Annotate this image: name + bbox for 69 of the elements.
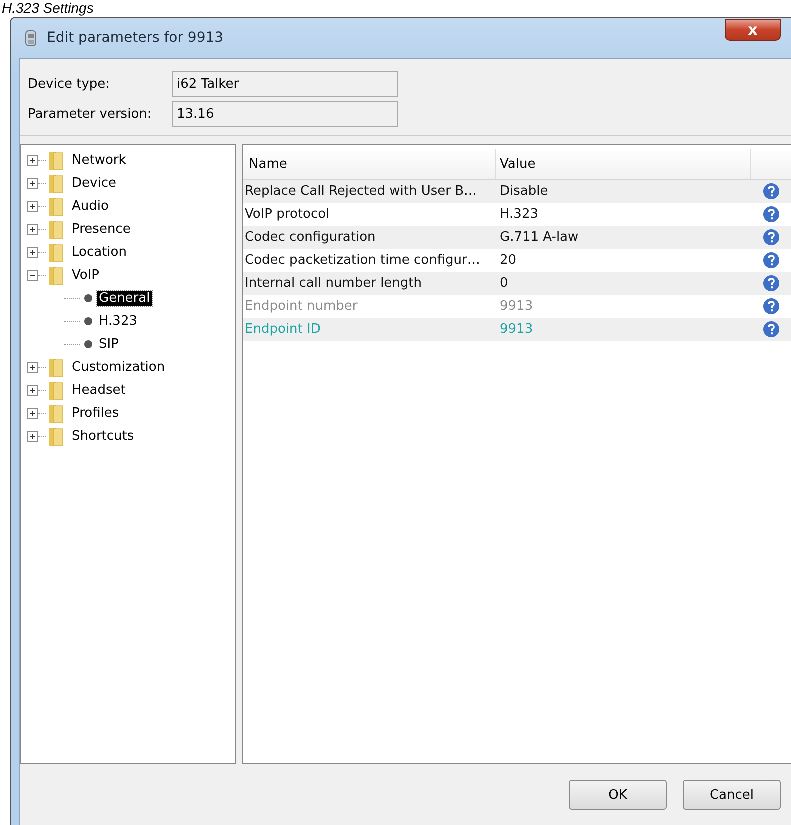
- tree-item[interactable]: Headset: [70, 383, 128, 398]
- table-cell-text: Endpoint number: [244, 299, 359, 314]
- folder-icon: [48, 380, 64, 400]
- tree-item[interactable]: General: [97, 291, 152, 306]
- expander-icon[interactable]: [27, 155, 38, 166]
- expander-icon[interactable]: [27, 408, 38, 419]
- help-icon[interactable]: [762, 298, 780, 315]
- table-cell-text: Replace Call Rejected with User B…: [244, 184, 478, 199]
- help-icon[interactable]: [762, 229, 780, 246]
- close-button[interactable]: x: [725, 19, 781, 41]
- help-icon[interactable]: [762, 183, 780, 200]
- tree-item[interactable]: Location: [70, 245, 129, 260]
- folder-icon: [48, 174, 64, 194]
- dialog-button[interactable]: OK: [569, 780, 667, 810]
- table-cell-text: Endpoint ID: [244, 322, 322, 337]
- tree-item[interactable]: Profiles: [70, 406, 122, 421]
- readonly-field: 13.16: [172, 101, 398, 127]
- help-icon[interactable]: [762, 321, 780, 338]
- folder-icon: [48, 220, 64, 240]
- expander-icon[interactable]: [27, 224, 38, 235]
- table-cell-text: G.711 A-law: [499, 230, 580, 245]
- tree-item[interactable]: Network: [70, 153, 128, 168]
- table-cell-text: Codec configuration: [244, 230, 377, 245]
- expander-icon[interactable]: [27, 178, 38, 189]
- help-icon[interactable]: [762, 206, 780, 223]
- folder-icon: [48, 426, 64, 446]
- expander-icon[interactable]: [27, 385, 38, 396]
- bullet-icon: [84, 317, 93, 326]
- tree-item[interactable]: Customization: [70, 360, 168, 375]
- expander-icon[interactable]: [27, 201, 38, 212]
- expander-icon[interactable]: [27, 431, 38, 442]
- table-cell-text: 9913: [499, 322, 534, 337]
- field-label: Device type:: [27, 76, 112, 92]
- phone-icon: [25, 30, 37, 46]
- dialog-button[interactable]: Cancel: [683, 780, 781, 810]
- table-cell-text: Codec packetization time configur…: [244, 253, 482, 268]
- readonly-field: i62 Talker: [172, 71, 398, 97]
- caption: H.323 Settings: [2, 0, 94, 16]
- folder-icon: [48, 404, 64, 424]
- field-label: Parameter version:: [27, 106, 153, 122]
- table-cell-text: 9913: [499, 299, 534, 314]
- folder-icon: [48, 358, 64, 378]
- folder-icon: [48, 150, 64, 170]
- table-cell-text: VoIP protocol: [244, 207, 331, 222]
- expander-icon[interactable]: [27, 362, 38, 373]
- tree-item[interactable]: SIP: [97, 337, 121, 352]
- tree-item[interactable]: VoIP: [70, 268, 102, 283]
- table-cell-text: Internal call number length: [244, 276, 424, 291]
- column-header[interactable]: Name: [243, 149, 496, 179]
- expander-icon[interactable]: [27, 247, 38, 258]
- tree-item[interactable]: Shortcuts: [70, 429, 136, 444]
- help-icon[interactable]: [762, 252, 780, 269]
- folder-icon: [48, 242, 64, 262]
- table-cell-text: Disable: [499, 184, 550, 199]
- column-header[interactable]: Value: [496, 149, 751, 179]
- tree-item[interactable]: Audio: [70, 199, 111, 214]
- tree-item[interactable]: H.323: [97, 314, 140, 329]
- expander-icon[interactable]: [27, 270, 38, 281]
- window-title: Edit parameters for 9913: [47, 30, 224, 46]
- tree-item[interactable]: Presence: [70, 222, 133, 237]
- bullet-icon: [84, 294, 93, 303]
- tree-item[interactable]: Device: [70, 176, 118, 191]
- folder-icon: [48, 266, 64, 286]
- help-icon[interactable]: [762, 275, 780, 292]
- table-cell-text: 20: [499, 253, 518, 268]
- bullet-icon: [84, 340, 93, 349]
- folder-icon: [48, 196, 64, 216]
- table-cell-text: 0: [499, 276, 510, 291]
- table-cell-text: H.323: [499, 207, 540, 222]
